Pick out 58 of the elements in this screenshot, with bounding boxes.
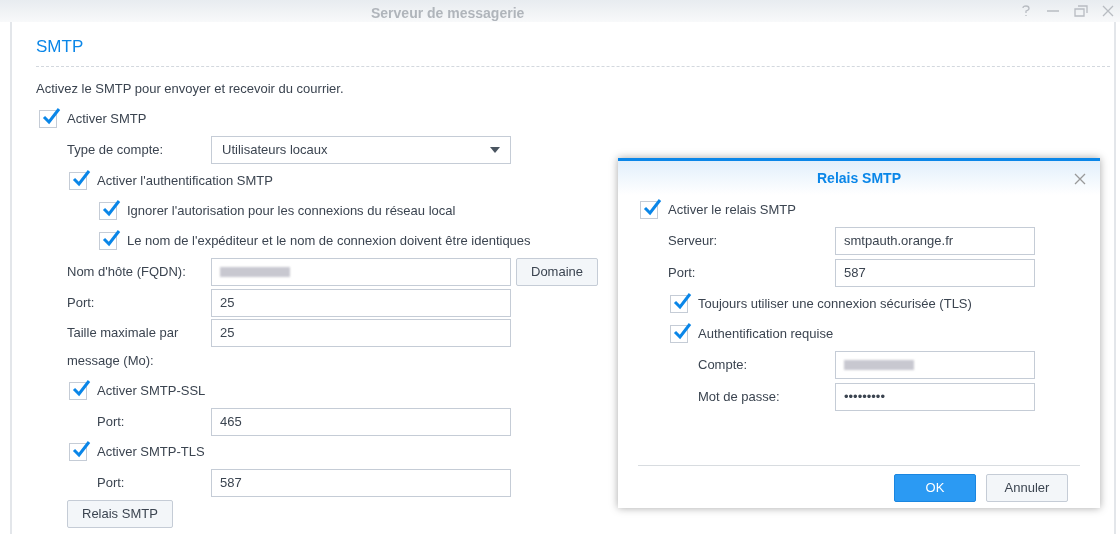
- input-field[interactable]: 465: [211, 407, 511, 436]
- field-label: Port:: [66, 293, 96, 312]
- checkbox[interactable]: [69, 382, 87, 400]
- dropdown[interactable]: Utilisateurs locaux: [211, 136, 511, 164]
- domain-button[interactable]: Domaine: [516, 257, 599, 286]
- input-field[interactable]: •••••••••: [835, 383, 1035, 411]
- checkbox-label: Activer SMTP: [67, 110, 147, 129]
- description-text: Activez le SMTP pour envoyer et recevoir du courrier.: [36, 79, 345, 98]
- checkmark-icon: [672, 292, 692, 312]
- field-label: Port:: [96, 412, 126, 431]
- input-field[interactable]: 587: [835, 259, 1035, 287]
- field-label: Serveur:: [667, 232, 719, 251]
- blurred-text: [220, 266, 290, 277]
- checkmark-icon: [41, 107, 61, 127]
- checkbox[interactable]: [99, 232, 117, 250]
- dialog-title: Relais SMTP: [817, 168, 901, 188]
- checkmark-icon: [101, 199, 121, 219]
- checkbox-label: Toujours utiliser une connexion sécurisée (TLS): [698, 295, 972, 314]
- checkbox-label: Activer l'authentification SMTP: [97, 172, 273, 191]
- close-icon[interactable]: [1074, 173, 1086, 185]
- checkbox-label: Le nom de l'expéditeur et le nom de connexion doivent être identiques: [127, 232, 531, 251]
- checkmark-icon: [101, 229, 121, 249]
- checkmark-icon: [71, 379, 91, 399]
- field-label: Mot de passe:: [697, 388, 781, 407]
- checkbox-label: Ignorer l'autorisation pour les connexions du réseau local: [127, 202, 456, 221]
- field-label: Taille maximale par message (Mo):: [66, 324, 180, 370]
- field-label: Nom d'hôte (FQDN):: [66, 262, 187, 281]
- checkmark-icon: [71, 169, 91, 189]
- field-label: Port:: [667, 264, 697, 283]
- input-field[interactable]: [211, 257, 511, 286]
- checkbox-label: Activer le relais SMTP: [668, 201, 796, 220]
- checkmark-icon: [71, 440, 91, 460]
- checkbox[interactable]: [39, 110, 57, 128]
- checkbox[interactable]: [640, 201, 658, 219]
- input-field[interactable]: 25: [211, 288, 511, 317]
- checkbox[interactable]: [99, 202, 117, 220]
- input-field[interactable]: smtpauth.orange.fr: [835, 227, 1035, 255]
- checkmark-icon: [642, 198, 662, 218]
- field-label: Port:: [96, 473, 126, 492]
- field-label: Type de compte:: [66, 141, 165, 160]
- blurred-text: [844, 360, 914, 370]
- checkbox-label: Activer SMTP-TLS: [97, 443, 205, 462]
- field-label: Compte:: [697, 356, 749, 375]
- section-heading: SMTP: [36, 22, 1110, 67]
- checkbox[interactable]: [670, 325, 688, 343]
- checkmark-icon: [672, 322, 692, 342]
- checkbox-label: Activer SMTP-SSL: [97, 382, 206, 401]
- relay-button[interactable]: Relais SMTP: [67, 500, 173, 528]
- checkbox[interactable]: [69, 172, 87, 190]
- checkbox-label: Authentification requise: [698, 325, 834, 344]
- checkbox[interactable]: [670, 295, 688, 313]
- input-field[interactable]: 587: [211, 468, 511, 497]
- dropdown-arrow-icon: [490, 147, 500, 153]
- input-field[interactable]: 25: [211, 319, 511, 347]
- input-field[interactable]: [835, 351, 1035, 379]
- checkbox[interactable]: [69, 443, 87, 461]
- cancel-button[interactable]: Annuler: [986, 474, 1068, 502]
- window-title: Serveur de messagerie: [371, 4, 525, 23]
